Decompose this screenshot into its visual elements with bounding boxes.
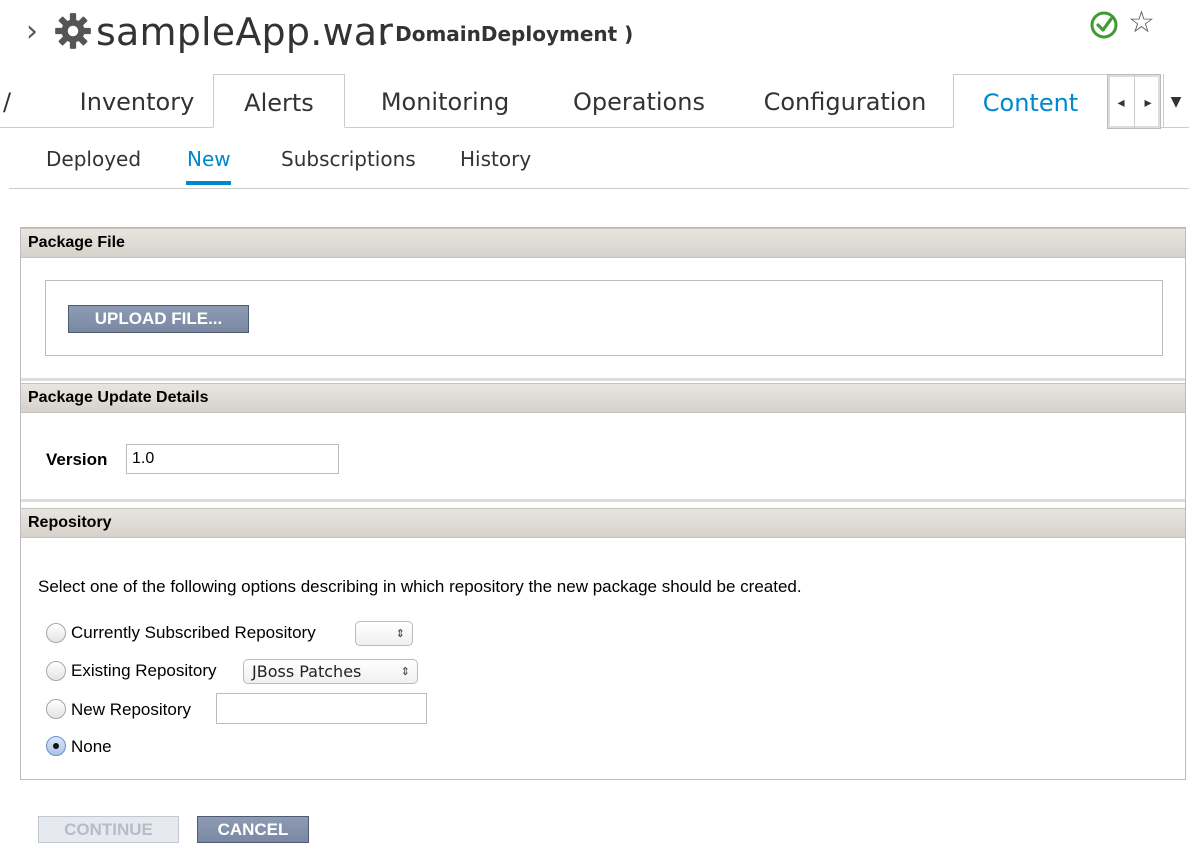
subtab-new[interactable]: New [187,144,231,174]
tab-operations[interactable]: Operations [545,74,733,127]
existing-repository-select[interactable]: JBoss Patches ⇕ [243,659,418,684]
new-repository-input[interactable] [216,693,427,724]
subtab-divider [9,188,1189,189]
check-circle-icon [1090,11,1118,39]
subtab-deployed[interactable]: Deployed [46,144,141,174]
radio-none[interactable] [46,736,66,756]
select-arrows-icon: ⇕ [395,627,405,640]
option-label-new-repository: New Repository [71,700,191,719]
upload-file-button[interactable]: UPLOAD FILE... [68,305,249,333]
package-update-header: Package Update Details [21,383,1185,413]
repository-header: Repository [21,508,1185,538]
package-file-header: Package File [21,228,1185,258]
option-label-none: None [71,737,112,756]
section-divider [21,499,1185,502]
cancel-button[interactable]: CANCEL [197,816,309,843]
tab-alerts[interactable]: Alerts [213,74,345,128]
option-label-existing-repository: Existing Repository [71,661,217,680]
subscribed-repository-select[interactable]: ⇕ [355,621,413,646]
section-divider [21,378,1185,381]
scroll-right-icon[interactable]: ▸ [1134,75,1161,128]
radio-new-repository[interactable] [46,699,66,719]
subtab-history[interactable]: History [460,144,531,174]
radio-currently-subscribed[interactable] [46,623,66,643]
continue-button[interactable]: CONTINUE [38,816,179,843]
scroll-left-icon[interactable]: ◂ [1108,75,1134,128]
tab-configuration[interactable]: Configuration [745,74,945,127]
tab-menu-icon[interactable]: ▼ [1163,74,1188,127]
option-label-currently-subscribed: Currently Subscribed Repository [71,623,316,642]
tab-monitoring[interactable]: Monitoring [355,74,535,127]
repository-description: Select one of the following options desc… [38,577,802,596]
select-arrows-icon: ⇕ [400,665,410,678]
breadcrumb-chevron[interactable]: › [26,12,38,52]
subtab-active-indicator [186,181,231,185]
page-subtitle: ( DomainDeployment ) [379,22,634,46]
tab-inventory[interactable]: Inventory [62,74,212,127]
page-title: sampleApp.war [96,10,394,54]
subtab-subscriptions[interactable]: Subscriptions [281,144,416,174]
tab-partial[interactable]: / [0,74,14,127]
tab-scroller: ◂ ▸ [1107,74,1161,129]
select-value: JBoss Patches [252,662,362,681]
gear-icon [55,13,91,49]
version-label: Version [46,450,108,469]
radio-existing-repository[interactable] [46,661,66,681]
star-outline-icon[interactable]: ☆ [1128,4,1155,42]
tab-content[interactable]: Content [953,74,1108,128]
version-input[interactable] [126,444,339,474]
